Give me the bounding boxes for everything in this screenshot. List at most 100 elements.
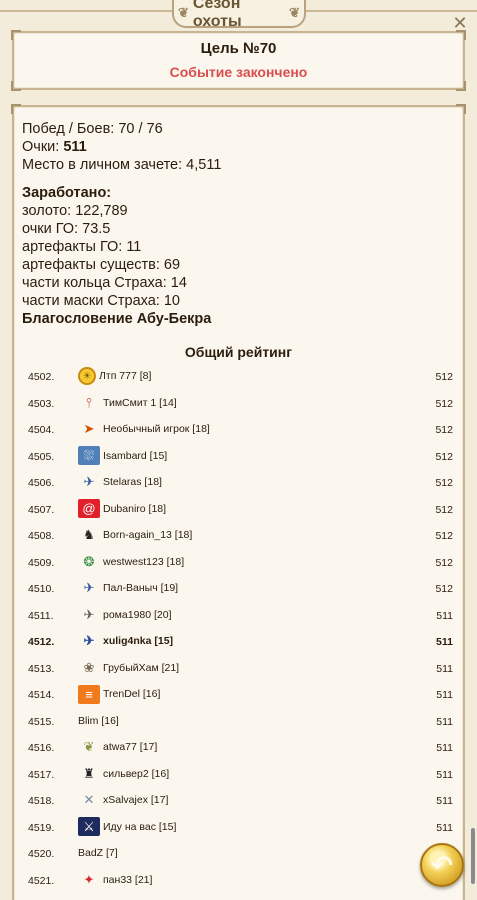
- rating-row[interactable]: 4506. ✈ Stelaras [18] 512: [28, 469, 453, 496]
- wins-battles: Побед / Боев: 70 / 76: [22, 121, 163, 137]
- rating-player: ❀ ГрубыйХам [21]: [78, 657, 180, 679]
- player-name-link[interactable]: xulig4nka [15]: [103, 635, 173, 647]
- rating-position: 4503.: [28, 397, 55, 410]
- rating-player: ⫯ ТимСмит 1 [14]: [78, 392, 177, 414]
- player-name-link[interactable]: westwest123 [18]: [103, 556, 184, 568]
- rating-score: 511: [436, 636, 453, 648]
- personal-place: Место в личном зачете: 4,511: [22, 157, 222, 173]
- rating-row[interactable]: 4512. ✈ xulig4nka [15] 511: [28, 628, 453, 655]
- rating-row[interactable]: 4505. ⛆ Isambard [15] 512: [28, 443, 453, 470]
- gold-coin-icon: ☀: [78, 367, 96, 385]
- rating-score: 512: [435, 371, 453, 383]
- player-name-link[interactable]: TrenDel [16]: [103, 688, 160, 700]
- phoenix-icon: ➤: [83, 421, 95, 436]
- earned-title: Заработано:: [22, 185, 112, 201]
- close-icon[interactable]: ✕: [447, 10, 473, 36]
- rating-position: 4516.: [28, 742, 55, 754]
- player-name-link[interactable]: BadZ [7]: [78, 847, 118, 859]
- eagle-icon: ✈: [83, 580, 95, 595]
- rating-player: Blim [16]: [78, 710, 119, 732]
- player-name-link[interactable]: Иду на вас [15]: [103, 821, 176, 833]
- at-sign-icon: @: [78, 499, 100, 518]
- rating-row[interactable]: 4502. ☀ Лтп 777 [8] 512: [28, 363, 453, 390]
- rating-score: 512: [435, 583, 453, 595]
- rating-player: ✈ рома1980 [20]: [78, 604, 172, 626]
- rating-score: 511: [436, 768, 453, 781]
- goal-panel: Цель №70 Событие закончено: [11, 30, 466, 91]
- earned-creature-artifacts: артефакты существ: 69: [22, 257, 181, 273]
- orange-banner-icon: ≡: [78, 684, 100, 704]
- rating-row[interactable]: 4520.BadZ [7]511: [28, 840, 453, 867]
- rating-title: Общий рейтинг: [184, 344, 293, 360]
- rating-score: 511: [436, 609, 453, 622]
- cat-icon: ❀: [83, 659, 95, 675]
- rating-score: 511: [436, 795, 453, 807]
- rating-row[interactable]: 4510. ✈ Пал-Ваныч [19] 512: [28, 575, 453, 602]
- rating-row[interactable]: 4514. ≡ TrenDel [16] 511: [28, 681, 453, 708]
- rating-score: 511: [436, 662, 453, 675]
- wings-icon: ❦: [83, 739, 95, 754]
- crossed-swords-icon: ✕: [83, 792, 95, 807]
- rating-row[interactable]: 4517. ♜ сильвер2 [16] 511: [28, 761, 453, 788]
- player-name-link[interactable]: Пал-Ваныч [19]: [103, 582, 178, 594]
- rating-row[interactable]: 4503. ⫯ ТимСмит 1 [14] 512: [28, 390, 453, 417]
- player-name-link[interactable]: Stelaras [18]: [103, 476, 162, 488]
- rating-player: ✈ Пал-Ваныч [19]: [78, 577, 179, 599]
- rating-position: 4506.: [28, 477, 55, 489]
- rating-player: ☀ Лтп 777 [8]: [78, 365, 151, 387]
- rating-position: 4511.: [28, 609, 54, 622]
- rating-row[interactable]: 4508. ♞ Born-again_13 [18] 512: [28, 522, 453, 549]
- player-name-link[interactable]: atwa77 [17]: [103, 741, 157, 753]
- rating-row[interactable]: 4516. ❦ atwa77 [17] 511: [28, 734, 453, 761]
- back-button[interactable]: ↶: [420, 843, 464, 887]
- rating-player: @ Dubaniro [18]: [78, 498, 166, 520]
- player-name-link[interactable]: Born-again_13 [18]: [103, 529, 192, 541]
- player-name-link[interactable]: Dubaniro [18]: [103, 503, 166, 515]
- rating-player: ⚔ Иду на вас [15]: [78, 816, 176, 838]
- blue-banner-icon: ⛆: [78, 446, 100, 465]
- rating-row[interactable]: 4521.✦пан33 [21]511: [28, 867, 453, 894]
- player-name-link[interactable]: пан33 [21]: [103, 874, 152, 886]
- rating-row[interactable]: 4507. @ Dubaniro [18] 512: [28, 496, 453, 523]
- green-dragon-icon: ❂: [83, 553, 95, 569]
- black-eagle-icon: ♞: [83, 527, 95, 542]
- rating-score: 512: [435, 556, 453, 569]
- rating-position: 4515.: [28, 715, 55, 728]
- points-line: Очки: 511: [22, 138, 221, 156]
- red-cross-icon: ✦: [83, 871, 95, 887]
- rating-row[interactable]: 4513. ❀ ГрубыйХам [21] 511: [28, 655, 453, 682]
- player-name-link[interactable]: Лтп 777 [8]: [99, 370, 151, 382]
- ornament-left-icon: ❦: [178, 5, 189, 20]
- rating-position: 4510.: [28, 583, 55, 595]
- player-name-link[interactable]: сильвер2 [16]: [103, 768, 169, 780]
- rating-score: 512: [435, 424, 453, 436]
- player-name-link[interactable]: Isambard [15]: [103, 450, 167, 462]
- player-name-link[interactable]: ТимСмит 1 [14]: [103, 397, 177, 409]
- stats-panel: Побед / Боев: 70 / 76 Очки: 511 Место в …: [11, 104, 466, 900]
- player-name-link[interactable]: xSalvajex [17]: [103, 794, 168, 806]
- player-name-link[interactable]: ГрубыйХам [21]: [103, 662, 179, 674]
- player-name-link[interactable]: рома1980 [20]: [103, 609, 172, 621]
- rating-score: 512: [435, 477, 453, 489]
- eagle-icon: ✈: [83, 474, 95, 489]
- rating-row[interactable]: 4511. ✈ рома1980 [20] 511: [28, 602, 453, 629]
- rating-row[interactable]: 4504. ➤ Необычный игрок [18] 512: [28, 416, 453, 443]
- earned-ring-parts: части кольца Страха: 14: [22, 275, 187, 291]
- rating-row[interactable]: 4509. ❂ westwest123 [18] 512: [28, 549, 453, 576]
- rating-row[interactable]: 4518. ✕ xSalvajex [17] 511: [28, 787, 453, 814]
- rating-row[interactable]: 4515. Blim [16] 511: [28, 708, 453, 735]
- points-value: 511: [63, 139, 87, 155]
- rating-position: 4507.: [28, 503, 55, 516]
- player-name-link[interactable]: Blim [16]: [78, 715, 119, 727]
- rating-position: 4521.: [28, 874, 55, 887]
- rating-player: ♜ сильвер2 [16]: [78, 763, 169, 785]
- swords-icon: ⚔: [78, 817, 100, 836]
- rating-player: ⛆ Isambard [15]: [78, 445, 167, 467]
- scrollbar[interactable]: [471, 828, 475, 884]
- earned-go-points: очки ГО: 73.5: [22, 221, 111, 237]
- knights-icon: ♜: [83, 765, 95, 781]
- bird-icon: ✈: [83, 606, 95, 622]
- rating-row[interactable]: 4519. ⚔ Иду на вас [15] 511: [28, 814, 453, 841]
- rating-list: 4502. ☀ Лтп 777 [8] 512 4503. ⫯ ТимСмит 1 [14]…: [28, 363, 453, 893]
- player-name-link[interactable]: Необычный игрок [18]: [103, 423, 210, 435]
